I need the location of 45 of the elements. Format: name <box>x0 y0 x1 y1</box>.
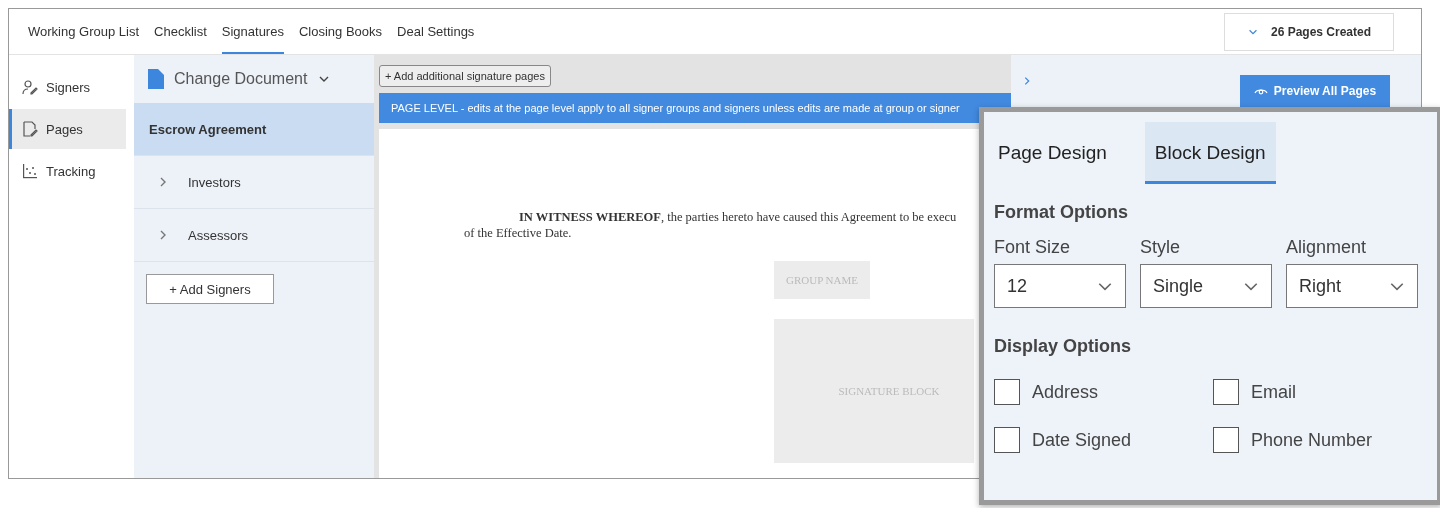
checkbox[interactable] <box>1213 379 1239 405</box>
document-list-item[interactable]: Escrow Agreement <box>134 103 374 156</box>
witness-paragraph: IN WITNESS WHEREOF, the parties hereto have caused this Agreement to be execu of the Effective Date. <box>464 209 957 241</box>
person-icon <box>22 79 38 95</box>
document-icon <box>148 69 164 89</box>
select-field[interactable]: Single <box>1140 264 1272 308</box>
dropdown-label: Change Document <box>174 70 308 88</box>
eye-icon <box>1253 86 1268 96</box>
scatter-icon <box>22 163 38 179</box>
sidebar-label: Pages <box>46 121 83 137</box>
field-label: Font Size <box>994 237 1072 258</box>
design-tab[interactable]: Page Design <box>988 122 1117 184</box>
design-tab[interactable]: Block Design <box>1144 122 1276 184</box>
checkbox-label: Date Signed <box>1032 429 1132 451</box>
add-signers-button[interactable]: + Add Signers <box>146 274 274 304</box>
section-heading: Format Options <box>994 202 1129 223</box>
page-level-banner: PAGE LEVEL - edits at the page level apply to all signer groups and signers unless edits are made at group or signer <box>379 93 1011 123</box>
checkbox-label: Address <box>1032 381 1099 403</box>
checkbox[interactable] <box>1213 427 1239 453</box>
page-edit-icon <box>22 121 38 137</box>
field-label: Style <box>1140 237 1182 258</box>
sidebar-item[interactable]: Signers <box>9 67 126 107</box>
nav-tab[interactable]: Closing Books <box>298 9 383 54</box>
select-field[interactable]: Right <box>1286 264 1418 308</box>
checkbox[interactable] <box>994 379 1020 405</box>
nav-tab[interactable]: Checklist <box>154 9 207 54</box>
checkbox[interactable] <box>994 427 1020 453</box>
item-label: Investors <box>188 174 241 190</box>
item-label: Escrow Agreement <box>149 121 267 137</box>
nav-tab[interactable]: Working Group List <box>28 9 140 54</box>
preview-button[interactable]: Preview All Pages <box>1240 75 1390 107</box>
change-document-dropdown[interactable]: Change Document <box>134 55 374 103</box>
sidebar-label: Tracking <box>46 163 96 179</box>
sidebar-item[interactable]: Tracking <box>9 151 126 191</box>
nav-tab[interactable]: Deal Settings <box>397 9 475 54</box>
select-field[interactable]: 12 <box>994 264 1126 308</box>
field-label: Alignment <box>1286 237 1368 258</box>
section-heading: Display Options <box>994 336 1133 357</box>
item-label: Assessors <box>188 227 248 243</box>
checkbox-label: Phone Number <box>1251 429 1373 451</box>
sidebar-label: Signers <box>46 79 91 95</box>
add-pages-button[interactable]: + Add additional signature pages <box>379 65 551 87</box>
sidebar-item[interactable]: Pages <box>9 109 126 149</box>
checkbox-label: Email <box>1251 381 1296 403</box>
pages-created-button[interactable]: 26 Pages Created <box>1224 12 1394 51</box>
